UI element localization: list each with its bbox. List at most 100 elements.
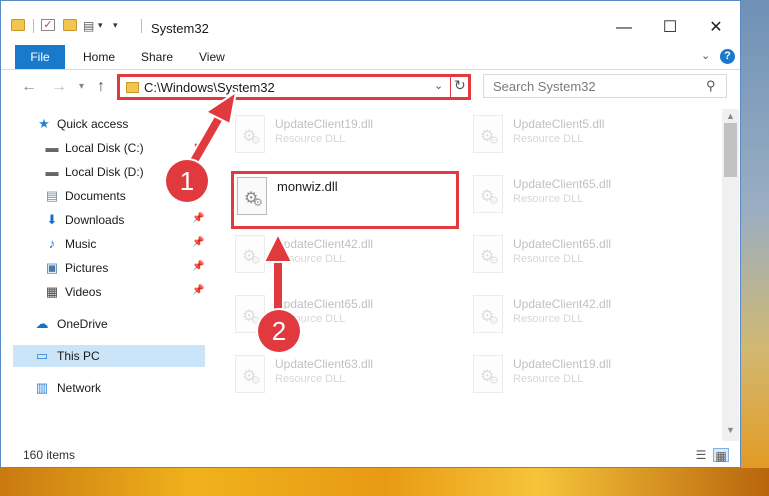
pin-icon[interactable]: 📌	[192, 285, 204, 296]
file-explorer-window: ✓ ▤ ▾ ▾ System32 — ☐ ✕ File Home Share V…	[0, 0, 741, 468]
file-item[interactable]: ⚙ ⚙ UpdateClient42.dll Resource DLL	[233, 231, 453, 281]
search-icon[interactable]: ⚲	[706, 78, 716, 94]
file-type: Resource DLL	[513, 133, 584, 145]
sidebar-item-music[interactable]: ♪ Music 📌	[1, 233, 205, 255]
chevron-down-icon[interactable]: ⌄	[434, 79, 443, 92]
sidebar-item-onedrive[interactable]: ☁ OneDrive	[1, 313, 205, 335]
file-name: UpdateClient65.dll	[513, 237, 612, 251]
highlight-box	[231, 171, 459, 229]
customize-icon[interactable]: ▤	[83, 19, 97, 33]
back-arrow-icon[interactable]: ←	[21, 78, 37, 96]
details-view-icon[interactable]: ☰	[693, 448, 709, 462]
pin-icon[interactable]: 📌	[192, 237, 204, 248]
file-type: Resource DLL	[275, 133, 346, 145]
address-path[interactable]: C:\Windows\System32	[144, 80, 275, 95]
drive-icon: ▬	[45, 164, 59, 179]
address-bar[interactable]: C:\Windows\System32 ⌄ ↻	[117, 74, 471, 100]
drive-icon: ▬	[45, 140, 59, 155]
sidebar-item-label: This PC	[57, 349, 100, 363]
file-name: UpdateClient65.dll	[513, 177, 612, 191]
vertical-scrollbar[interactable]: ▲ ▼	[722, 109, 739, 441]
pin-icon[interactable]: 📌	[192, 213, 204, 224]
dll-file-icon: ⚙ ⚙	[473, 295, 503, 333]
tab-view[interactable]: View	[199, 45, 225, 69]
step-badge-2: 2	[258, 310, 300, 352]
search-input[interactable]: Search System32 ⚲	[483, 74, 727, 98]
pin-icon[interactable]: 📌	[192, 141, 204, 152]
dll-file-icon: ⚙ ⚙	[235, 355, 265, 393]
new-folder-icon[interactable]	[63, 19, 77, 31]
video-icon: ▦	[45, 284, 59, 299]
tab-share[interactable]: Share	[141, 45, 173, 69]
file-item[interactable]: ⚙ ⚙ UpdateClient5.dll Resource DLL	[471, 111, 691, 161]
divider	[1, 69, 740, 70]
divider	[450, 77, 451, 97]
sidebar-item-label: Network	[57, 381, 102, 395]
window-title: System32	[151, 21, 209, 36]
file-item[interactable]: ⚙ ⚙ UpdateClient19.dll Resource DLL	[233, 111, 453, 161]
sidebar-item-network[interactable]: ▥ Network	[1, 377, 205, 399]
file-name: UpdateClient42.dll	[513, 297, 612, 311]
file-name: UpdateClient65.dll	[275, 297, 374, 311]
search-placeholder: Search System32	[493, 79, 596, 94]
file-item[interactable]: ⚙ ⚙ UpdateClient63.dll Resource DLL	[233, 351, 453, 401]
tab-file[interactable]: File	[15, 45, 65, 69]
file-name: UpdateClient19.dll	[275, 117, 374, 131]
sidebar-item-quick-access[interactable]: ★ Quick access	[1, 113, 205, 135]
sidebar-item-label: Local Disk (C:)	[65, 141, 144, 155]
scroll-down-icon[interactable]: ▼	[726, 425, 735, 435]
file-item[interactable]: ⚙ ⚙ UpdateClient65.dll Resource DLL	[471, 231, 691, 281]
refresh-icon[interactable]: ↻	[454, 77, 466, 94]
scroll-thumb[interactable]	[724, 123, 737, 177]
recent-locations-icon[interactable]: ▾	[79, 81, 84, 92]
sidebar-item-label: Videos	[65, 285, 102, 299]
pictures-icon: ▣	[45, 260, 59, 275]
dll-file-icon: ⚙ ⚙	[473, 235, 503, 273]
minimize-button[interactable]: —	[601, 15, 647, 41]
navigation-bar: ← → ▾ ↑ C:\Windows\System32 ⌄ ↻ Search S…	[1, 71, 740, 103]
computer-icon: ▭	[35, 348, 49, 363]
dll-file-icon: ⚙ ⚙	[473, 355, 503, 393]
file-type: Resource DLL	[275, 373, 346, 385]
file-item[interactable]: ⚙ ⚙ UpdateClient42.dll Resource DLL	[471, 291, 691, 341]
expand-ribbon-icon[interactable]: ⌄	[701, 49, 710, 62]
sidebar-item-videos[interactable]: ▦ Videos 📌	[1, 281, 205, 303]
sidebar-item-label: Pictures	[65, 261, 109, 275]
sidebar-item-label: Downloads	[65, 213, 125, 227]
chevron-down-icon[interactable]: ▾	[98, 20, 103, 31]
folder-icon[interactable]	[11, 19, 25, 31]
divider	[33, 19, 34, 33]
properties-icon[interactable]: ✓	[41, 19, 55, 31]
desktop-background-bottom	[0, 468, 769, 496]
file-item[interactable]: ⚙ ⚙ UpdateClient19.dll Resource DLL	[471, 351, 691, 401]
quick-access-dropdown-icon[interactable]: ▾	[113, 20, 118, 31]
navigation-pane: ★ Quick access ▬ Local Disk (C:) 📌 ▬ Loc…	[1, 109, 207, 445]
star-icon: ★	[38, 116, 50, 131]
cloud-icon: ☁	[35, 316, 49, 331]
close-button[interactable]: ✕	[693, 15, 739, 41]
sidebar-item-downloads[interactable]: ⬇ Downloads 📌	[1, 209, 205, 231]
sidebar-item-local-disk-c[interactable]: ▬ Local Disk (C:) 📌	[1, 137, 205, 159]
documents-icon: ▤	[45, 188, 59, 203]
pin-icon[interactable]: 📌	[192, 261, 204, 272]
file-item[interactable]: ⚙ ⚙ UpdateClient65.dll Resource DLL	[471, 171, 691, 221]
desktop-background	[741, 0, 769, 468]
dll-file-icon: ⚙ ⚙	[235, 235, 265, 273]
divider	[141, 19, 142, 33]
large-icons-view-icon[interactable]: ▦	[713, 448, 729, 463]
dll-file-icon: ⚙ ⚙	[473, 175, 503, 213]
maximize-button[interactable]: ☐	[647, 15, 693, 41]
download-icon: ⬇	[46, 212, 58, 227]
network-icon: ▥	[35, 380, 49, 395]
up-arrow-icon[interactable]: ↑	[97, 78, 105, 96]
ribbon-tabs: File Home Share View ⌄ ?	[1, 45, 740, 69]
tab-home[interactable]: Home	[83, 45, 115, 69]
file-name: UpdateClient63.dll	[275, 357, 374, 371]
file-type: Resource DLL	[513, 253, 584, 265]
sidebar-item-this-pc[interactable]: ▭ This PC	[13, 345, 205, 367]
help-icon[interactable]: ?	[720, 49, 735, 64]
forward-arrow-icon[interactable]: →	[51, 78, 67, 96]
scroll-up-icon[interactable]: ▲	[726, 111, 735, 121]
sidebar-item-label: Music	[65, 237, 97, 251]
sidebar-item-pictures[interactable]: ▣ Pictures 📌	[1, 257, 205, 279]
